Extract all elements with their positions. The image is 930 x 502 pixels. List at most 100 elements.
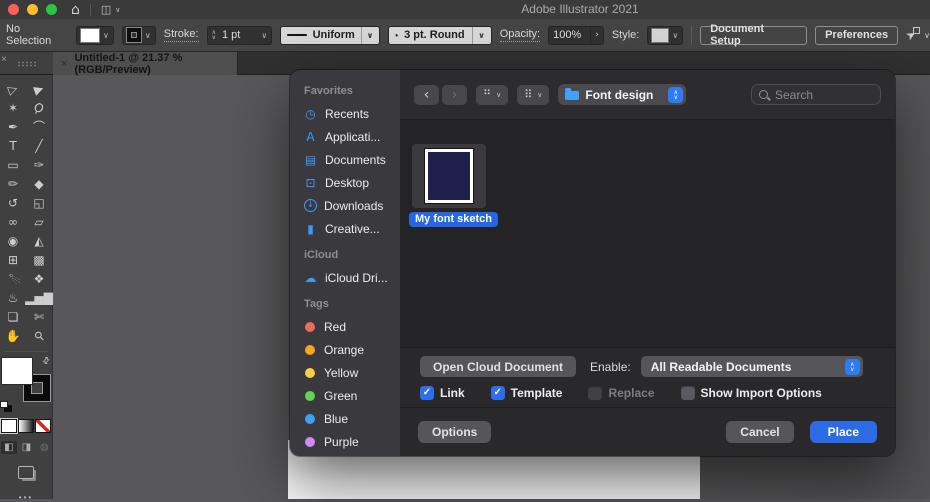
mesh-tool[interactable]: ⊞ [0,250,26,269]
none-button[interactable] [36,420,50,432]
checkbox-template[interactable]: ✓Template [491,386,563,400]
fill-color-dropdown[interactable]: ∨ [76,26,114,45]
sidebar-item-blue[interactable]: Blue [290,407,400,430]
rotate-tool[interactable]: ↺ [0,193,26,212]
checked-checkbox-icon[interactable]: ✓ [491,386,505,400]
sidebar-item-orange[interactable]: Orange [290,338,400,361]
file-browser[interactable]: My font sketch [400,120,895,347]
edit-toolbar-ellipsis[interactable]: ••• [0,493,52,502]
options-button[interactable]: Options [418,421,491,443]
line-segment-tool[interactable]: ╱ [26,136,52,155]
type-tool[interactable]: T [0,136,26,155]
location-dropdown[interactable]: Font design ∧∨ [558,84,686,105]
minimize-window-button[interactable] [27,4,38,15]
stroke-weight-stepper[interactable]: ∧∨ [212,30,216,40]
arrange-documents-button[interactable]: ◫ ∨ [101,3,121,16]
graphic-style-dropdown[interactable]: ∨ [647,26,683,45]
paintbrush-tool[interactable]: ✑ [26,155,52,174]
default-fill-stroke-icon[interactable] [1,402,12,412]
brush-definition-dropdown[interactable]: • 3 pt. Round ∨ [388,26,491,45]
document-setup-button[interactable]: Document Setup [700,26,807,45]
swap-fill-stroke-icon[interactable]: ⇄ [41,355,53,367]
sidebar-item-recents[interactable]: ◷Recents [290,102,400,125]
sidebar-item-yellow[interactable]: Yellow [290,361,400,384]
slice-tool[interactable]: ✄ [26,307,52,326]
close-tab-icon[interactable]: × [61,58,67,70]
checkbox-link[interactable]: ✓Link [420,386,465,400]
direct-selection-tool[interactable]: ▶ [26,79,52,98]
close-window-button[interactable] [8,4,19,15]
stroke-weight-dropdown[interactable]: ∧∨ 1 pt ∨ [207,26,273,45]
free-transform-tool[interactable]: ▱ [26,212,52,231]
draw-normal-icon[interactable]: ◧ [1,441,17,454]
shape-builder-tool[interactable]: ◉ [0,231,26,250]
sidebar-item-purple[interactable]: Purple [290,430,400,453]
draw-behind-icon[interactable]: ◨ [19,441,35,454]
unchecked-checkbox-icon [588,386,602,400]
search-icon [759,90,768,99]
color-button[interactable] [2,420,16,432]
stroke-swatch [127,28,141,42]
tools-panel-header[interactable]: × [0,52,53,75]
magic-wand-tool[interactable]: ✶ [0,98,26,117]
shaper-tool[interactable]: ✏ [0,174,26,193]
curvature-tool[interactable]: ⌒ [26,117,52,136]
search-field[interactable] [751,84,881,105]
checkbox-show-import-options[interactable]: Show Import Options [681,386,822,400]
eraser-tool[interactable]: ◆ [26,174,52,193]
checked-checkbox-icon[interactable]: ✓ [420,386,434,400]
width-tool[interactable]: ∞ [0,212,26,231]
zoom-window-button[interactable] [46,4,57,15]
column-graph-tool[interactable]: ▂▅▇ [26,288,52,307]
pen-tool[interactable]: ✒ [0,117,26,136]
draw-inside-icon[interactable]: ◍ [36,441,52,454]
place-button[interactable]: Place [810,421,877,443]
eyedropper-tool[interactable]: ☄ [0,269,26,288]
forward-button[interactable]: › [442,85,467,105]
panel-drag-handle[interactable] [17,61,37,67]
sidebar-item-iclouddri[interactable]: ☁iCloud Dri... [290,266,400,289]
variable-width-profile-dropdown[interactable]: Uniform ∨ [280,26,380,45]
sidebar-item-red[interactable]: Red [290,315,400,338]
select-similar-objects-button[interactable]: ➤ ∨ [906,28,930,42]
lasso-tool[interactable]: Ϙ [26,98,52,117]
group-view-button[interactable]: ⠿ ∨ [517,85,549,105]
open-cloud-document-button[interactable]: Open Cloud Document [420,356,576,377]
back-button[interactable]: ‹ [414,85,439,105]
cancel-button[interactable]: Cancel [726,421,793,443]
scale-tool[interactable]: ◱ [26,193,52,212]
sidebar-item-creative[interactable]: ▮Creative... [290,217,400,240]
file-name-label[interactable]: My font sketch [409,212,498,227]
hand-tool[interactable]: ✋ [0,326,26,345]
unchecked-checkbox-icon[interactable] [681,386,695,400]
sidebar-item-downloads[interactable]: ↓Downloads [290,194,400,217]
selection-tool[interactable]: ▷ [0,79,26,98]
perspective-grid-tool[interactable]: ◭ [26,231,52,250]
change-screen-mode-button[interactable] [18,466,34,479]
file-thumbnail[interactable] [412,144,486,208]
stroke-panel-link[interactable]: Stroke: [164,28,199,42]
blend-tool[interactable]: ❖ [26,269,52,288]
tools-panel: ▷▶✶Ϙ✒⌒T╱▭✑✏◆↺◱∞▱◉◭⊞▩☄❖♨▂▅▇❏✄✋⚲ ⇄ ◧ ◨ ◍ •… [0,75,53,499]
sidebar-item-applicati[interactable]: AApplicati... [290,125,400,148]
gradient-button[interactable] [19,420,33,432]
home-icon[interactable]: ⌂ [71,3,80,17]
opacity-dropdown[interactable]: 100% › [548,26,604,45]
zoom-tool[interactable]: ⚲ [26,326,52,345]
symbol-sprayer-tool[interactable]: ♨ [0,288,26,307]
sidebar-item-desktop[interactable]: ⊡Desktop [290,171,400,194]
stroke-color-dropdown[interactable]: ∨ [122,26,156,45]
sidebar-item-documents[interactable]: ▤Documents [290,148,400,171]
fill-color-well[interactable] [2,358,32,384]
search-input[interactable] [773,87,867,103]
preferences-button[interactable]: Preferences [815,26,898,45]
opacity-panel-link[interactable]: Opacity: [500,28,540,42]
rectangle-tool[interactable]: ▭ [0,155,26,174]
gradient-tool[interactable]: ▩ [26,250,52,269]
icon-view-button[interactable]: ⠛ ∨ [476,85,508,105]
sidebar-item-green[interactable]: Green [290,384,400,407]
artboard-tool[interactable]: ❏ [0,307,26,326]
enable-dropdown[interactable]: All Readable Documents ∧∨ [641,356,863,377]
collapse-panel-icon[interactable]: × [1,54,7,65]
document-tab[interactable]: × Untitled-1 @ 21.37 % (RGB/Preview) [53,52,238,75]
